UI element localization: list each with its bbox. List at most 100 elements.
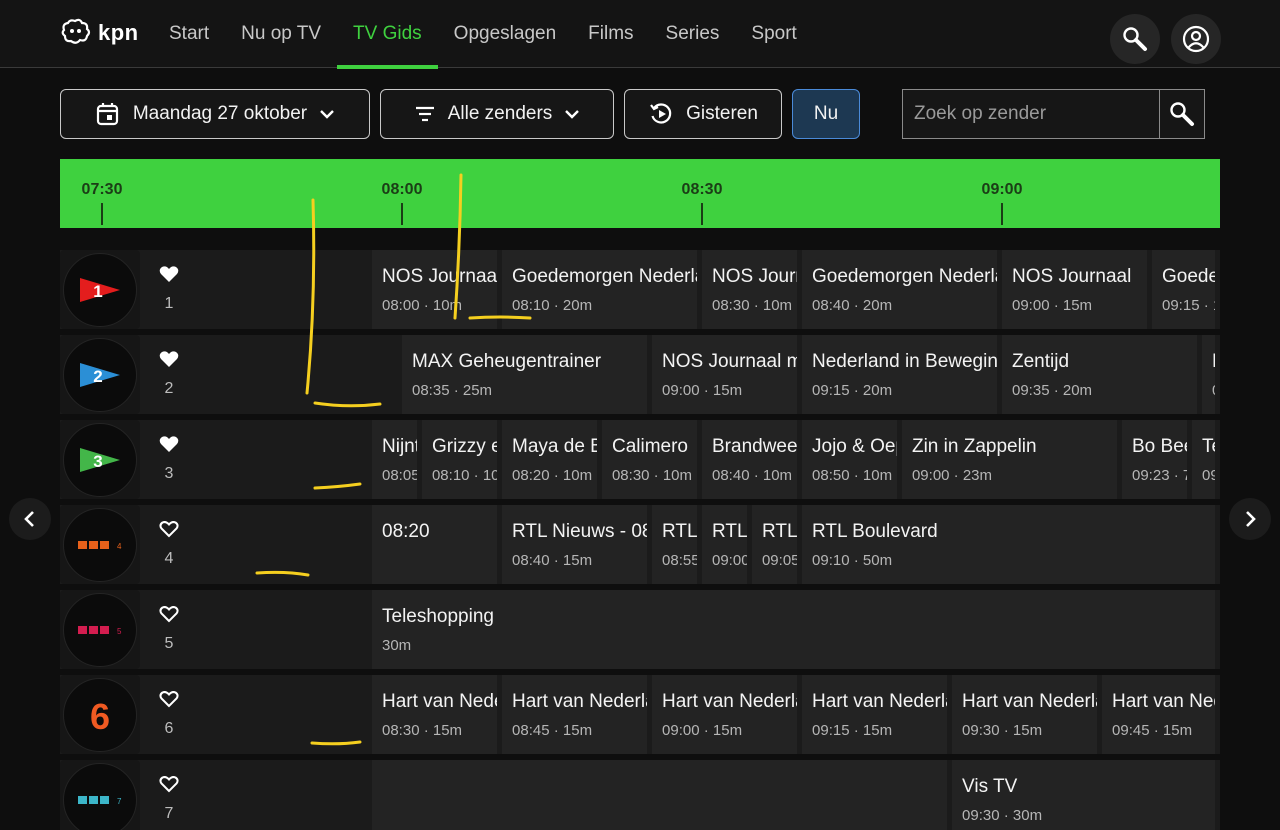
channel-number: 1 — [164, 295, 174, 312]
program-item[interactable]: Goedemorgen Nederland 08:40 · 20m — [802, 250, 997, 329]
program-title: NOS Journaal met Gebarentaal — [662, 351, 798, 372]
channel-row-4: 408:20RTL Nieuws - 08:4008:40 · 15mRTL N… — [60, 505, 1220, 584]
time-tick-line — [401, 203, 403, 225]
program-item[interactable]: Goedemorgen Nederland 09:15 · 15m — [1152, 250, 1215, 329]
scroll-right-button[interactable] — [1229, 498, 1271, 540]
program-time: 09:30 · 10m — [1202, 467, 1215, 484]
nav-films[interactable]: Films — [572, 0, 649, 68]
program-item[interactable]: RTL Nieuws - 08:40 08:40 · 15m — [502, 505, 648, 584]
program-title: Grizzy en de Lemmings — [431, 436, 497, 457]
scroll-left-button[interactable] — [9, 498, 51, 540]
program-item[interactable]: Vis TV 09:30 · 30m — [952, 760, 1215, 830]
nav-opgeslagen[interactable]: Opgeslagen — [438, 0, 572, 68]
program-time: 08:35 · 25m — [412, 382, 493, 399]
channel-cell[interactable]: 3 — [60, 420, 140, 499]
program-item[interactable]: NOS Journaal 09:00 · 15m — [1002, 250, 1147, 329]
channel-search-input[interactable] — [903, 90, 1159, 138]
program-time: 09:30 · 15m — [962, 722, 1043, 739]
program-time: 08:40 · 20m — [812, 297, 893, 314]
now-button[interactable]: Nu — [792, 89, 860, 139]
program-item[interactable]: Bo Beer 09:23 · 7m — [1122, 420, 1188, 499]
program-time: 09:00 · 15m — [662, 722, 743, 739]
program-item[interactable]: Maya de Bij 08:20 · 10m — [502, 420, 597, 499]
program-time: 09:05 — [761, 552, 797, 569]
program-title: Hart van Nederland — [382, 691, 497, 712]
program-title: RTL Nieuws — [761, 521, 797, 542]
channel-number: 4 — [164, 550, 174, 567]
channel-cell[interactable]: 5 — [60, 590, 140, 669]
channel-cell[interactable]: 1 — [60, 250, 140, 329]
program-item[interactable]: Nijntje 08:05 · 5m — [372, 420, 417, 499]
program-item[interactable]: Jojo & Oeps 08:50 · 10m — [802, 420, 897, 499]
yesterday-button[interactable]: Gisteren — [624, 89, 782, 139]
channel-filter[interactable]: Alle zenders — [380, 89, 614, 139]
nav-nu-op-tv[interactable]: Nu op TV — [225, 0, 337, 68]
program-item[interactable]: Hart van Nederland 08:30 · 15m — [372, 675, 498, 754]
program-item[interactable]: RTL Boulevard 09:10 · 50m — [802, 505, 1215, 584]
program-item[interactable]: Goedemorgen Nederland 08:10 · 20m — [502, 250, 697, 329]
heart-filled-icon[interactable] — [159, 265, 179, 288]
program-item[interactable]: RTL Nieuws 09:05 — [751, 505, 797, 584]
nav-series[interactable]: Series — [650, 0, 736, 68]
channel-search-button[interactable] — [1159, 90, 1204, 138]
npo2-logo: 2 — [63, 337, 137, 412]
heart-filled-icon[interactable] — [159, 350, 179, 373]
program-item[interactable]: Brandweerman Sam 08:40 · 10m — [702, 420, 798, 499]
program-item[interactable]: Hart van Nederland 09:00 · 15m — [652, 675, 798, 754]
program-item[interactable]: RTL Nieuws 09:00 — [702, 505, 747, 584]
nav-start[interactable]: Start — [153, 0, 225, 68]
heart-filled-icon[interactable] — [159, 435, 179, 458]
program-time: 09:45 · 15m — [1112, 722, 1193, 739]
channel-cell[interactable]: 7 — [60, 760, 140, 830]
program-item[interactable]: Teletubbies 09:30 · 10m — [1192, 420, 1215, 499]
program-item[interactable]: NOS Journaal 08:30 · 10m — [702, 250, 798, 329]
nav-sport[interactable]: Sport — [735, 0, 812, 68]
program-item[interactable]: MAX Geheugentrainer 08:35 · 25m — [402, 335, 648, 414]
program-title: RTL Nieuws — [712, 521, 747, 542]
program-item[interactable]: Grizzy en de Lemmings 08:10 · 10m — [421, 420, 497, 499]
program-item[interactable]: Hart van Nederland 09:45 · 15m — [1102, 675, 1215, 754]
program-item[interactable]: Hart van Nederland 09:30 · 15m — [952, 675, 1098, 754]
program-title: RTL Nieuws - 08:40 — [512, 521, 647, 542]
kpn-logo[interactable]: kpn — [60, 18, 139, 48]
program-item[interactable]: 08:20 — [372, 505, 498, 584]
heart-outline-icon[interactable] — [159, 690, 179, 713]
heart-outline-icon[interactable] — [159, 605, 179, 628]
search-button[interactable] — [1110, 14, 1160, 64]
program-item[interactable]: Zin in Zappelin 09:00 · 23m — [901, 420, 1117, 499]
date-label: Maandag 27 oktober — [132, 103, 308, 124]
program-item[interactable]: NOS Journaal 08:00 · 10m — [372, 250, 498, 329]
svg-text:5: 5 — [117, 627, 122, 636]
heart-outline-icon[interactable] — [159, 775, 179, 798]
program-title: RTL Nieuws — [662, 521, 697, 542]
channel-cell[interactable]: 4 — [60, 505, 140, 584]
rtl5-logo: 5 — [63, 592, 137, 667]
channel-cell[interactable]: 2 — [60, 335, 140, 414]
channel-cell[interactable]: 6 — [60, 675, 140, 754]
program-item[interactable] — [372, 760, 948, 830]
program-time: 08:45 · 15m — [512, 722, 593, 739]
program-item[interactable]: Calimero 08:30 · 10m — [601, 420, 697, 499]
program-item[interactable]: Nederland in Beweging 09:15 · 20m — [802, 335, 997, 414]
program-title: Goedemorgen Nederland — [1162, 266, 1215, 287]
program-title: Hart van Nederland — [1112, 691, 1215, 712]
replay-icon — [650, 103, 672, 124]
program-title: Nederland in Beweging — [812, 351, 997, 372]
program-item[interactable]: Teleshopping 30m — [372, 590, 1215, 669]
channel-number: 3 — [164, 465, 174, 482]
nav-tv-gids[interactable]: TV Gids — [337, 0, 438, 69]
program-title: Hart van Nederland — [962, 691, 1097, 712]
program-title: Maya de Bij — [512, 436, 597, 457]
program-item[interactable]: RTL Nieuws 08:55 — [652, 505, 697, 584]
program-item[interactable]: NOS Journaal met Gebarentaal 09:00 · 15m — [652, 335, 798, 414]
date-selector[interactable]: Maandag 27 oktober — [60, 89, 370, 139]
program-item[interactable]: Zentijd 09:35 · 20m — [1002, 335, 1197, 414]
program-time: 09:35 · 20m — [1012, 382, 1093, 399]
program-item[interactable]: Hart van Nederland 09:15 · 15m — [802, 675, 948, 754]
channel-search — [902, 89, 1205, 139]
heart-outline-icon[interactable] — [159, 520, 179, 543]
profile-button[interactable] — [1171, 14, 1221, 64]
program-item[interactable]: Buitenhof 09:55 · 1u — [1201, 335, 1215, 414]
program-item[interactable]: Hart van Nederland 08:45 · 15m — [502, 675, 648, 754]
program-time: 08:55 — [662, 552, 697, 569]
